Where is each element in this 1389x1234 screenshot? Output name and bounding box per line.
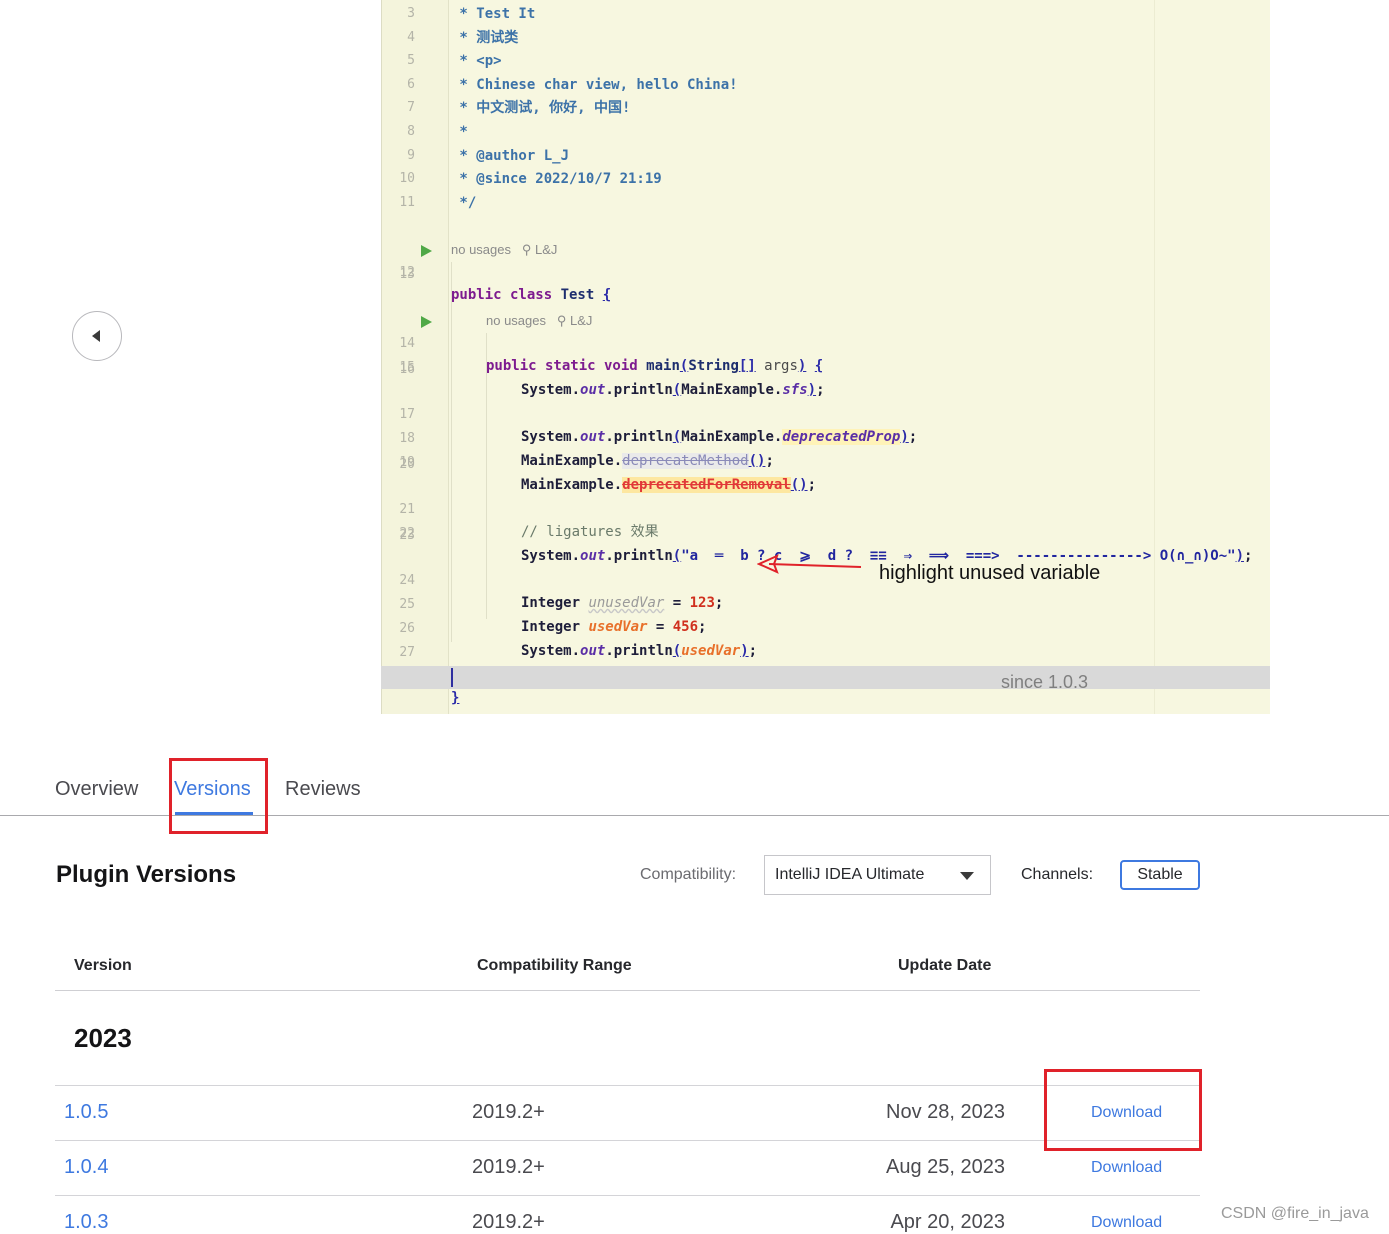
compatibility-select[interactable]: IntelliJ IDEA Ultimate	[764, 855, 991, 895]
caret-row-highlight	[381, 666, 1270, 689]
column-header-range: Compatibility Range	[477, 957, 632, 974]
since-version-label: since 1.0.3	[1001, 672, 1089, 692]
section-title: Plugin Versions	[56, 861, 237, 888]
text-caret	[451, 668, 453, 687]
plugin-screenshot: 3 * Test It 4 * 测试类 5 * <p> 6 * Chinese cha…	[381, 0, 1270, 714]
code-line: 13	[399, 267, 415, 282]
code-line: 16	[399, 362, 415, 377]
run-icon[interactable]	[421, 316, 432, 328]
channels-label: Channels:	[1021, 866, 1094, 883]
code-line: 27 }	[399, 645, 494, 683]
tab-overview[interactable]: Overview	[55, 778, 138, 801]
code-line: 6 * Chinese char view, hello China!	[407, 76, 738, 93]
code-line: 7 * 中文测试, 你好, 中国!	[407, 100, 631, 117]
compatibility-label: Compatibility:	[640, 866, 737, 883]
update-date: Nov 28, 2023	[886, 1101, 1005, 1123]
code-line: 5 * <p>	[407, 53, 502, 70]
code-line: 21 // ligatures 效果	[399, 502, 659, 540]
code-line: 18 MainExample.deprecateMethod();	[399, 431, 774, 469]
chevron-left-icon	[92, 330, 100, 342]
compat-range: 2019.2+	[472, 1156, 545, 1178]
code-line: 26 System.out.println(usedVar);	[399, 621, 758, 659]
code-line: 8 *	[407, 124, 468, 140]
download-link[interactable]: Download	[1091, 1214, 1162, 1232]
compat-range: 2019.2+	[472, 1101, 545, 1123]
plugin-page: 3 * Test It 4 * 测试类 5 * <p> 6 * Chinese cha…	[0, 0, 1389, 1234]
code-line: 23	[399, 528, 415, 543]
highlight-box-download	[1044, 1069, 1202, 1151]
compatibility-value: IntelliJ IDEA Ultimate	[775, 866, 925, 883]
update-date: Aug 25, 2023	[886, 1156, 1005, 1178]
code-line: 20	[399, 457, 415, 472]
version-link[interactable]: 1.0.5	[64, 1101, 108, 1124]
annotation-label: highlight unused variable	[879, 562, 1101, 584]
chevron-down-icon	[960, 872, 974, 880]
year-heading: 2023	[74, 1023, 132, 1053]
code-line: 14 public static void main(String[] args…	[381, 311, 1270, 374]
code-line: 12 public class Test {	[381, 240, 1270, 303]
code-line: 19 MainExample.deprecatedForRemoval();	[399, 455, 817, 493]
highlight-box-versions	[169, 758, 268, 834]
version-link[interactable]: 1.0.4	[64, 1156, 108, 1179]
update-date: Apr 20, 2023	[890, 1211, 1005, 1233]
code-line: 17 System.out.println(MainExample.deprec…	[399, 407, 918, 445]
carousel-prev-button[interactable]	[72, 311, 122, 361]
version-link[interactable]: 1.0.3	[64, 1211, 108, 1234]
inlay-hint: no usages ⚲ L&J	[451, 242, 558, 257]
channel-stable-button[interactable]: Stable	[1120, 860, 1200, 890]
download-link[interactable]: Download	[1091, 1159, 1162, 1177]
annotation-arrow-icon	[757, 554, 862, 574]
code-line: 22 System.out.println("a ═ b ? c ⩾ d ? ≡…	[399, 526, 1253, 564]
inlay-hint: no usages ⚲ L&J	[486, 313, 593, 328]
table-row: 1.0.4 2019.2+ Aug 25, 2023 Download	[55, 1140, 1200, 1195]
watermark: CSDN @fire_in_java	[1221, 1205, 1369, 1222]
code-line: 4 * 测试类	[407, 29, 519, 46]
code-line: 3 * Test It	[407, 6, 536, 22]
column-header-version: Version	[74, 957, 132, 974]
code-line: 15 System.out.println(MainExample.sfs);	[399, 360, 825, 398]
code-line: 9 * @author L_J	[407, 147, 570, 164]
code-line: 10 * @since 2022/10/7 21:19	[399, 171, 662, 188]
tab-reviews[interactable]: Reviews	[285, 778, 361, 801]
table-row: 1.0.5 2019.2+ Nov 28, 2023 Download	[55, 1085, 1200, 1140]
code-line: 11 */	[399, 194, 477, 211]
table-row: 1.0.3 2019.2+ Apr 20, 2023 Download	[55, 1195, 1200, 1234]
header-divider	[55, 990, 1200, 991]
run-icon[interactable]	[421, 245, 432, 257]
code-line: 28 }	[399, 668, 460, 706]
column-header-date: Update Date	[898, 957, 992, 974]
compat-range: 2019.2+	[472, 1211, 545, 1233]
